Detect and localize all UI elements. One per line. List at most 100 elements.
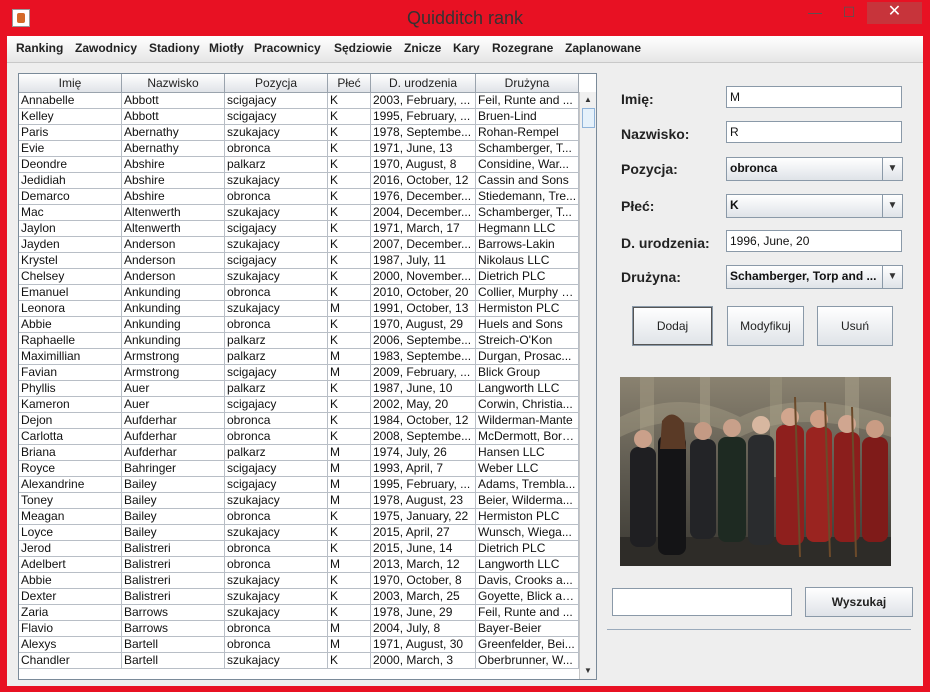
table-row[interactable]: Annabelle Abbott scigajacy K 2003, February,… xyxy=(19,93,579,109)
cell-urodzenia: 1993, April, 7 xyxy=(371,461,476,477)
menu-ranking[interactable]: Ranking xyxy=(16,41,63,55)
menu-zawodnicy[interactable]: Zawodnicy xyxy=(75,41,137,55)
minimize-button[interactable]: — xyxy=(800,2,830,24)
chevron-down-icon[interactable]: ▼ xyxy=(882,195,902,217)
column-header-druzyna[interactable]: Drużyna xyxy=(476,74,579,92)
table-row[interactable]: Royce Bahringer scigajacy M 1993, April, 7 We… xyxy=(19,461,579,477)
table-row[interactable]: Jayden Anderson szukajacy K 2007, December..… xyxy=(19,237,579,253)
table-row[interactable]: Adelbert Balistreri obronca M 2013, March, 1… xyxy=(19,557,579,573)
table-row[interactable]: Phyllis Auer palkarz K 1987, June, 10 Langwor… xyxy=(19,381,579,397)
menu-mioty[interactable]: Miotły xyxy=(209,41,244,55)
table-row[interactable]: Evie Abernathy obronca K 1971, June, 13 Scham… xyxy=(19,141,579,157)
cell-plec: M xyxy=(328,365,371,381)
table-row[interactable]: Leonora Ankunding szukajacy M 1991, October,… xyxy=(19,301,579,317)
nazwisko-label: Nazwisko: xyxy=(621,126,690,142)
table-row[interactable]: Paris Abernathy szukajacy K 1978, Septembe..… xyxy=(19,125,579,141)
cell-pozycja: obronca xyxy=(225,317,328,333)
table-row[interactable]: Flavio Barrows obronca M 2004, July, 8 Bayer-… xyxy=(19,621,579,637)
table-row[interactable]: Carlotta Aufderhar obronca K 2008, Septembe.… xyxy=(19,429,579,445)
druzyna-select-value: Schamberger, Torp and ... xyxy=(730,269,877,283)
table-row[interactable]: Loyce Bailey szukajacy K 2015, April, 27 Wuns… xyxy=(19,525,579,541)
table-row[interactable]: Kelley Abbott scigajacy K 1995, February, ..… xyxy=(19,109,579,125)
table-row[interactable]: Mac Altenwerth szukajacy K 2004, December...… xyxy=(19,205,579,221)
chevron-down-icon[interactable]: ▼ xyxy=(882,158,902,180)
table-row[interactable]: Dexter Balistreri szukajacy K 2003, March, 2… xyxy=(19,589,579,605)
search-button[interactable]: Wyszukaj xyxy=(805,587,913,617)
cell-pozycja: scigajacy xyxy=(225,253,328,269)
table-row[interactable]: Chandler Bartell szukajacy K 2000, March, 3O… xyxy=(19,653,579,669)
cell-plec: K xyxy=(328,189,371,205)
delete-button[interactable]: Usuń xyxy=(817,306,893,346)
druzyna-select[interactable]: Schamberger, Torp and ... ▼ xyxy=(726,265,903,289)
modify-button[interactable]: Modyfikuj xyxy=(727,306,804,346)
cell-imie: Briana xyxy=(19,445,122,461)
column-header-pozycja[interactable]: Pozycja xyxy=(225,74,328,92)
players-table[interactable]: Imię Nazwisko Pozycja Płeć D. urodzenia … xyxy=(18,73,597,680)
cell-urodzenia: 1995, February, ... xyxy=(371,109,476,125)
table-row[interactable]: Krystel Anderson scigajacy K 1987, July, 11 N… xyxy=(19,253,579,269)
column-header-urodzenia[interactable]: D. urodzenia xyxy=(371,74,476,92)
cell-imie: Abbie xyxy=(19,573,122,589)
cell-nazwisko: Abshire xyxy=(122,157,225,173)
close-button[interactable]: ✕ xyxy=(867,2,922,24)
cell-imie: Carlotta xyxy=(19,429,122,445)
client-area: Ranking Zawodnicy Stadiony Miotły Pracow… xyxy=(7,36,923,686)
table-row[interactable]: Deondre Abshire palkarz K 1970, August, 8 Con… xyxy=(19,157,579,173)
cell-urodzenia: 2000, November... xyxy=(371,269,476,285)
urodzenia-field[interactable]: 1996, June, 20 xyxy=(726,230,902,252)
table-row[interactable]: Alexandrine Bailey scigajacy M 1995, Februar… xyxy=(19,477,579,493)
table-row[interactable]: Jedidiah Abshire szukajacy K 2016, October, … xyxy=(19,173,579,189)
scroll-thumb[interactable] xyxy=(582,108,595,128)
column-header-plec[interactable]: Płeć xyxy=(328,74,371,92)
table-row[interactable]: Kameron Auer scigajacy K 2002, May, 20 Corwin… xyxy=(19,397,579,413)
cell-druzyna: Schamberger, T... xyxy=(476,205,579,221)
pozycja-label: Pozycja: xyxy=(621,161,678,177)
scroll-down-arrow-icon[interactable]: ▼ xyxy=(580,663,596,679)
menu-pracownicy[interactable]: Pracownicy xyxy=(254,41,321,55)
table-row[interactable]: Alexys Bartell obronca M 1971, August, 30 Gre… xyxy=(19,637,579,653)
cell-pozycja: scigajacy xyxy=(225,477,328,493)
menu-znicze[interactable]: Znicze xyxy=(404,41,441,55)
cell-druzyna: Langworth LLC xyxy=(476,557,579,573)
cell-druzyna: Hegmann LLC xyxy=(476,221,579,237)
menu-rozegrane[interactable]: Rozegrane xyxy=(492,41,553,55)
table-row[interactable]: Jerod Balistreri obronca K 2015, June, 14 Die… xyxy=(19,541,579,557)
menu-stadiony[interactable]: Stadiony xyxy=(149,41,200,55)
pozycja-select[interactable]: obronca ▼ xyxy=(726,157,903,181)
add-button[interactable]: Dodaj xyxy=(632,306,713,346)
cell-plec: K xyxy=(328,237,371,253)
table-row[interactable]: Zaria Barrows szukajacy K 1978, June, 29 Feil… xyxy=(19,605,579,621)
table-row[interactable]: Jaylon Altenwerth scigajacy K 1971, March, 1… xyxy=(19,221,579,237)
menu-sedziowie[interactable]: Sędziowie xyxy=(334,41,392,55)
nazwisko-field[interactable]: R xyxy=(726,121,902,143)
chevron-down-icon[interactable]: ▼ xyxy=(882,266,902,288)
table-row[interactable]: Briana Aufderhar palkarz M 1974, July, 26 Han… xyxy=(19,445,579,461)
table-row[interactable]: Toney Bailey szukajacy M 1978, August, 23 Bei… xyxy=(19,493,579,509)
table-row[interactable]: Demarco Abshire obronca K 1976, December... S… xyxy=(19,189,579,205)
table-row[interactable]: Raphaelle Ankunding palkarz K 2006, Septembe… xyxy=(19,333,579,349)
table-scrollbar[interactable]: ▲ ▼ xyxy=(579,92,596,679)
column-header-nazwisko[interactable]: Nazwisko xyxy=(122,74,225,92)
scroll-up-arrow-icon[interactable]: ▲ xyxy=(580,92,596,108)
cell-imie: Loyce xyxy=(19,525,122,541)
cell-plec: K xyxy=(328,125,371,141)
table-row[interactable]: Meagan Bailey obronca K 1975, January, 22 Her… xyxy=(19,509,579,525)
table-row[interactable]: Maximillian Armstrong palkarz M 1983, Septem… xyxy=(19,349,579,365)
table-row[interactable]: Favian Armstrong scigajacy M 2009, February,… xyxy=(19,365,579,381)
table-row[interactable]: Emanuel Ankunding obronca K 2010, October, 2… xyxy=(19,285,579,301)
cell-urodzenia: 2008, Septembe... xyxy=(371,429,476,445)
cell-pozycja: scigajacy xyxy=(225,221,328,237)
menu-kary[interactable]: Kary xyxy=(453,41,480,55)
imie-field[interactable]: M xyxy=(726,86,902,108)
column-header-imie[interactable]: Imię xyxy=(19,74,122,92)
menu-zaplanowane[interactable]: Zaplanowane xyxy=(565,41,641,55)
table-row[interactable]: Abbie Ankunding obronca K 1970, August, 29 Hu… xyxy=(19,317,579,333)
table-row[interactable]: Chelsey Anderson szukajacy K 2000, November.… xyxy=(19,269,579,285)
table-row[interactable]: Abbie Balistreri szukajacy K 1970, October, … xyxy=(19,573,579,589)
table-row[interactable]: Dejon Aufderhar obronca K 1984, October, 12 W… xyxy=(19,413,579,429)
cell-pozycja: palkarz xyxy=(225,381,328,397)
search-input[interactable] xyxy=(612,588,792,616)
plec-select[interactable]: K ▼ xyxy=(726,194,903,218)
cell-urodzenia: 2004, July, 8 xyxy=(371,621,476,637)
maximize-button[interactable]: ☐ xyxy=(834,2,864,24)
